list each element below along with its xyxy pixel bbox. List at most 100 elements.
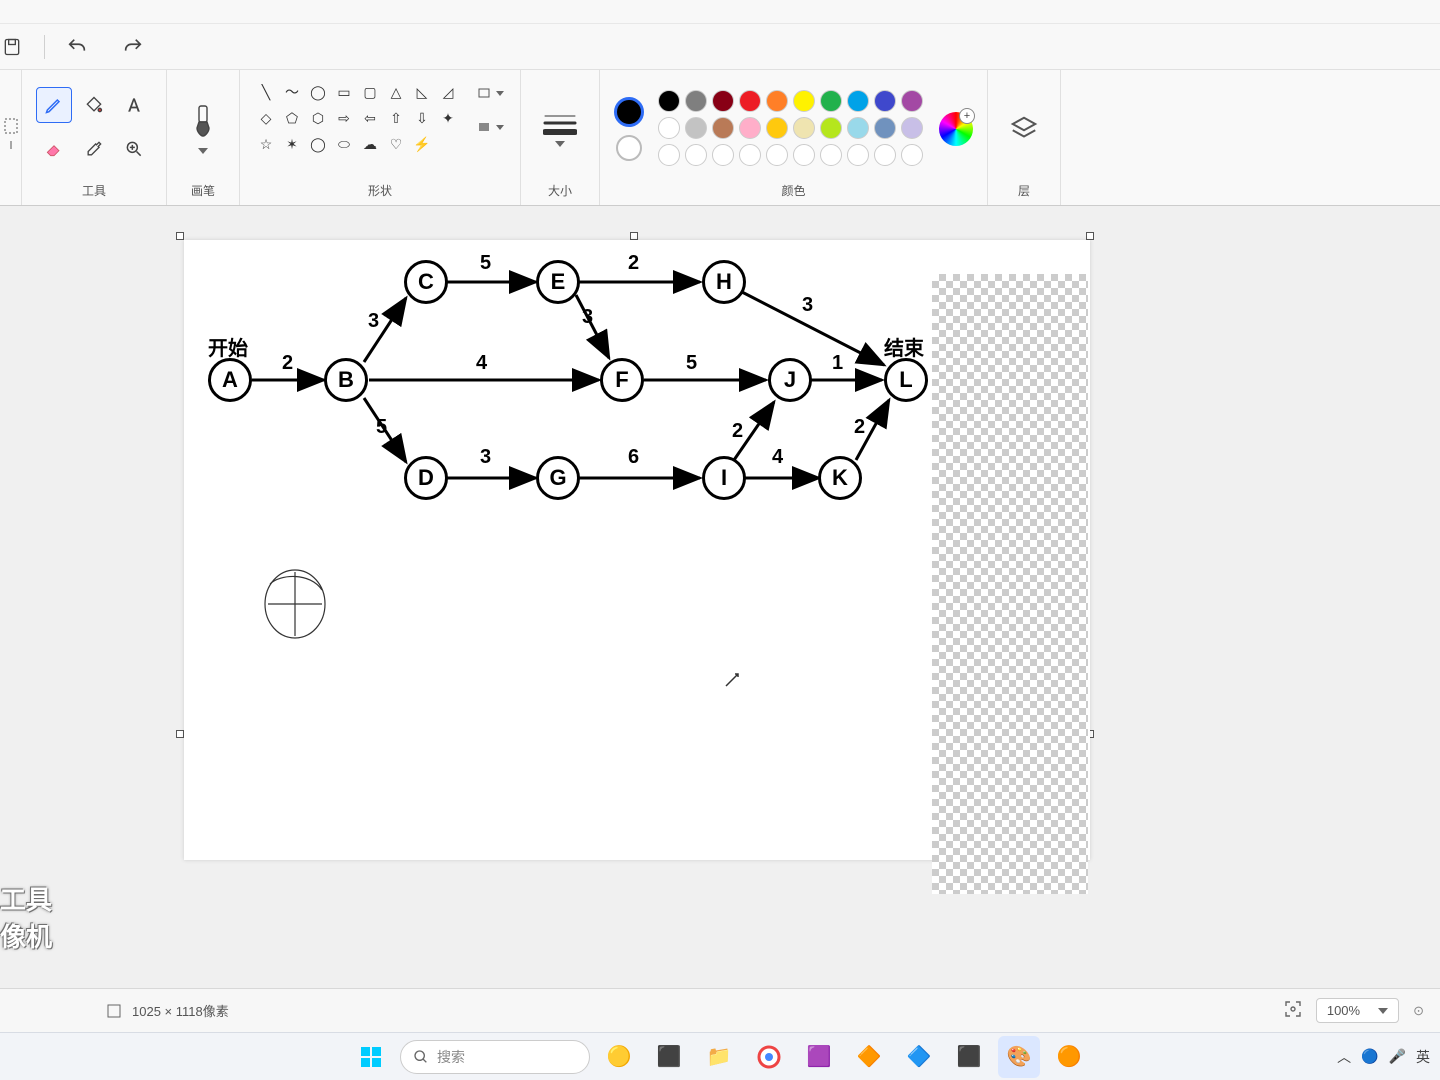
resize-handle[interactable]: [1086, 232, 1094, 240]
shape-arrow-u[interactable]: ⇧: [384, 106, 408, 130]
save-icon[interactable]: [0, 35, 24, 59]
color-swatch[interactable]: [793, 117, 815, 139]
color-1[interactable]: [614, 97, 644, 127]
taskbar-app[interactable]: 🟠: [1048, 1036, 1090, 1078]
color-swatch[interactable]: [739, 90, 761, 112]
taskbar-explorer[interactable]: 📁: [698, 1036, 740, 1078]
color-swatch[interactable]: [820, 90, 842, 112]
ime-indicator[interactable]: 英: [1416, 1047, 1430, 1067]
shape-lightning[interactable]: ⚡: [410, 132, 434, 156]
shape-callout-cloud[interactable]: ☁: [358, 132, 382, 156]
color-swatch[interactable]: [847, 144, 869, 166]
tray-icon[interactable]: 🔵: [1361, 1048, 1378, 1065]
color-swatch[interactable]: [874, 90, 896, 112]
color-swatch[interactable]: [766, 144, 788, 166]
resize-handle[interactable]: [176, 730, 184, 738]
text-tool[interactable]: [116, 87, 152, 123]
taskbar-app[interactable]: ⬛: [648, 1036, 690, 1078]
taskbar-app[interactable]: 🟪: [798, 1036, 840, 1078]
zoom-slider-icon[interactable]: ⊙: [1413, 1003, 1424, 1019]
taskbar-app[interactable]: ⬛: [948, 1036, 990, 1078]
shape-fill-button[interactable]: [476, 114, 506, 140]
shape-diamond[interactable]: ◇: [254, 106, 278, 130]
color-swatch[interactable]: [766, 90, 788, 112]
pencil-tool[interactable]: [36, 87, 72, 123]
tray-mic-icon[interactable]: 🎤: [1389, 1048, 1406, 1065]
taskbar: 搜索 🟡 ⬛ 📁 🟪 🔶 🔷 ⬛ 🎨 🟠 ︿ 🔵 🎤 英: [0, 1032, 1440, 1080]
shape-oval[interactable]: ◯: [306, 80, 330, 104]
shape-arrow-d[interactable]: ⇩: [410, 106, 434, 130]
shape-arrow-l[interactable]: ⇦: [358, 106, 382, 130]
color-swatch[interactable]: [766, 117, 788, 139]
color-swatch[interactable]: [874, 117, 896, 139]
color-swatch[interactable]: [658, 117, 680, 139]
color-swatch[interactable]: [901, 117, 923, 139]
color-swatch[interactable]: [685, 144, 707, 166]
color-swatch[interactable]: [685, 90, 707, 112]
shape-rtriangle[interactable]: ◿: [436, 80, 460, 104]
resize-handle[interactable]: [176, 232, 184, 240]
taskbar-chrome[interactable]: [748, 1036, 790, 1078]
brushes-button[interactable]: [181, 94, 225, 164]
shape-heart[interactable]: ♡: [384, 132, 408, 156]
color-swatch[interactable]: [658, 144, 680, 166]
shape-arrow-r[interactable]: ⇨: [332, 106, 356, 130]
shape-gallery[interactable]: ╲ 〜 ◯ ▭ ▢ △ ◺ ◿ ◇ ⬠ ⬡ ⇨ ⇦ ⇧ ⇩ ✦ ☆ ✶ ◯ ⬭: [254, 80, 460, 156]
eraser-tool[interactable]: [36, 131, 72, 167]
shape-callout-oval[interactable]: ⬭: [332, 132, 356, 156]
color-swatch[interactable]: [739, 144, 761, 166]
shape-pentagon[interactable]: ⬠: [280, 106, 304, 130]
start-button[interactable]: [350, 1036, 392, 1078]
taskbar-search[interactable]: 搜索: [400, 1040, 590, 1074]
shape-hexagon[interactable]: ⬡: [306, 106, 330, 130]
edit-colors-button[interactable]: [939, 112, 973, 146]
color-picker-tool[interactable]: [76, 131, 112, 167]
tray-chevron-icon[interactable]: ︿: [1337, 1047, 1351, 1067]
color-swatch[interactable]: [712, 90, 734, 112]
color-swatch[interactable]: [820, 144, 842, 166]
resize-handle[interactable]: [630, 232, 638, 240]
shape-star4[interactable]: ✦: [436, 106, 460, 130]
shape-triangle[interactable]: ◺: [410, 80, 434, 104]
fit-screen-icon[interactable]: [1284, 1000, 1302, 1021]
shape-star6[interactable]: ✶: [280, 132, 304, 156]
taskbar-app[interactable]: 🔷: [898, 1036, 940, 1078]
workspace[interactable]: 开始 结束 A B C D E F G H I J K L 2 3 4 5 5 …: [0, 206, 1440, 988]
shape-curve[interactable]: 〜: [280, 80, 304, 104]
color-2[interactable]: [616, 135, 642, 161]
color-swatch[interactable]: [658, 90, 680, 112]
color-swatch[interactable]: [820, 117, 842, 139]
color-swatch[interactable]: [874, 144, 896, 166]
shape-line[interactable]: ╲: [254, 80, 278, 104]
color-swatch[interactable]: [847, 90, 869, 112]
color-swatch[interactable]: [901, 90, 923, 112]
fill-tool[interactable]: [76, 87, 112, 123]
canvas-container: 开始 结束 A B C D E F G H I J K L 2 3 4 5 5 …: [184, 240, 1090, 860]
taskbar-paint[interactable]: 🎨: [998, 1036, 1040, 1078]
color-swatch[interactable]: [847, 117, 869, 139]
shape-roundrect[interactable]: ▢: [358, 80, 382, 104]
titlebar: [0, 0, 1440, 24]
selection-icon[interactable]: [3, 117, 19, 162]
shape-callout-round[interactable]: ◯: [306, 132, 330, 156]
shape-rect[interactable]: ▭: [332, 80, 356, 104]
zoom-selector[interactable]: 100%: [1316, 998, 1399, 1023]
shape-polygon[interactable]: △: [384, 80, 408, 104]
size-button[interactable]: [535, 99, 585, 159]
taskbar-app[interactable]: 🔶: [848, 1036, 890, 1078]
color-swatch[interactable]: [793, 90, 815, 112]
color-swatch[interactable]: [793, 144, 815, 166]
color-swatch[interactable]: [712, 117, 734, 139]
magnifier-tool[interactable]: [116, 131, 152, 167]
color-swatch[interactable]: [712, 144, 734, 166]
color-swatch[interactable]: [685, 117, 707, 139]
node-k: K: [818, 456, 862, 500]
taskbar-app[interactable]: 🟡: [598, 1036, 640, 1078]
shape-star5[interactable]: ☆: [254, 132, 278, 156]
color-swatch[interactable]: [901, 144, 923, 166]
color-swatch[interactable]: [739, 117, 761, 139]
layers-button[interactable]: [1002, 107, 1046, 151]
redo-icon[interactable]: [121, 35, 145, 59]
undo-icon[interactable]: [65, 35, 89, 59]
shape-outline-button[interactable]: [476, 80, 506, 106]
